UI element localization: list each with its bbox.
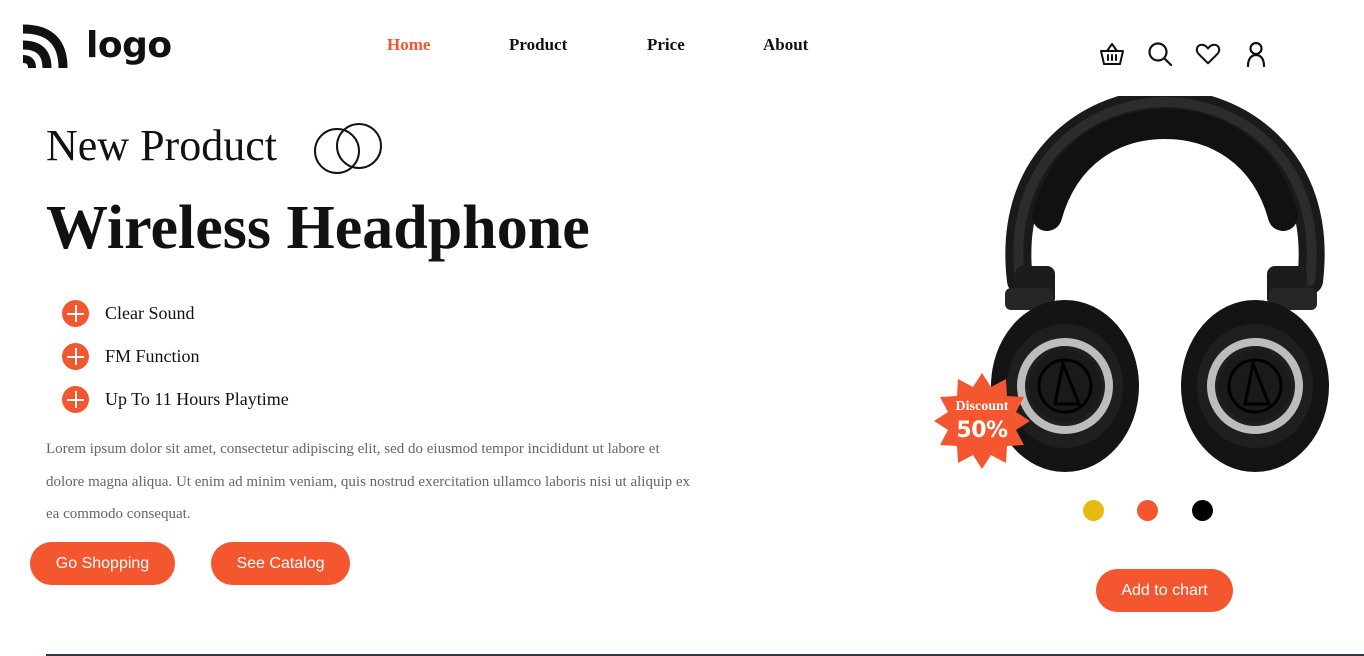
add-to-cart-button[interactable]: Add to chart — [1096, 569, 1233, 612]
feature-label: Up To 11 Hours Playtime — [105, 389, 289, 409]
discount-label: Discount — [955, 399, 1009, 414]
feature-label: FM Function — [105, 346, 200, 366]
logo-mark-icon — [22, 24, 68, 69]
eyebrow-heading: New Product — [46, 121, 277, 170]
rings-decoration-icon — [314, 123, 382, 174]
header-actions — [1099, 40, 1269, 68]
logo[interactable]: logo — [20, 22, 172, 72]
feature-list: Clear Sound FM Function Up To 11 Hours P… — [62, 300, 289, 429]
feature-label: Clear Sound — [105, 303, 195, 323]
page-title: Wireless Headphone — [46, 194, 590, 262]
search-icon[interactable] — [1147, 40, 1173, 68]
color-swatch-black[interactable] — [1192, 500, 1213, 521]
logo-text: logo — [86, 24, 172, 66]
plus-icon — [62, 300, 89, 327]
plus-icon — [62, 386, 89, 413]
discount-badge: Discount 50% — [934, 373, 1030, 469]
nav-home[interactable]: Home — [387, 35, 430, 55]
discount-value: 50% — [956, 418, 1008, 443]
feature-item: Up To 11 Hours Playtime — [62, 386, 289, 413]
feature-item: FM Function — [62, 343, 289, 370]
landing-page: logo Home Product Price About New Produc… — [0, 0, 1364, 656]
nav-price[interactable]: Price — [647, 35, 685, 55]
heart-icon[interactable] — [1195, 40, 1221, 68]
color-swatch-orange[interactable] — [1137, 500, 1158, 521]
nav-about[interactable]: About — [763, 35, 808, 55]
see-catalog-button[interactable]: See Catalog — [211, 542, 350, 585]
product-description: Lorem ipsum dolor sit amet, consectetur … — [46, 441, 691, 522]
go-shopping-button[interactable]: Go Shopping — [30, 542, 175, 585]
headphone-image — [991, 96, 1329, 472]
basket-icon[interactable] — [1099, 40, 1125, 68]
user-icon[interactable] — [1243, 40, 1269, 68]
feature-item: Clear Sound — [62, 300, 289, 327]
nav-product[interactable]: Product — [509, 35, 567, 55]
color-swatch-yellow[interactable] — [1083, 500, 1104, 521]
plus-icon — [62, 343, 89, 370]
